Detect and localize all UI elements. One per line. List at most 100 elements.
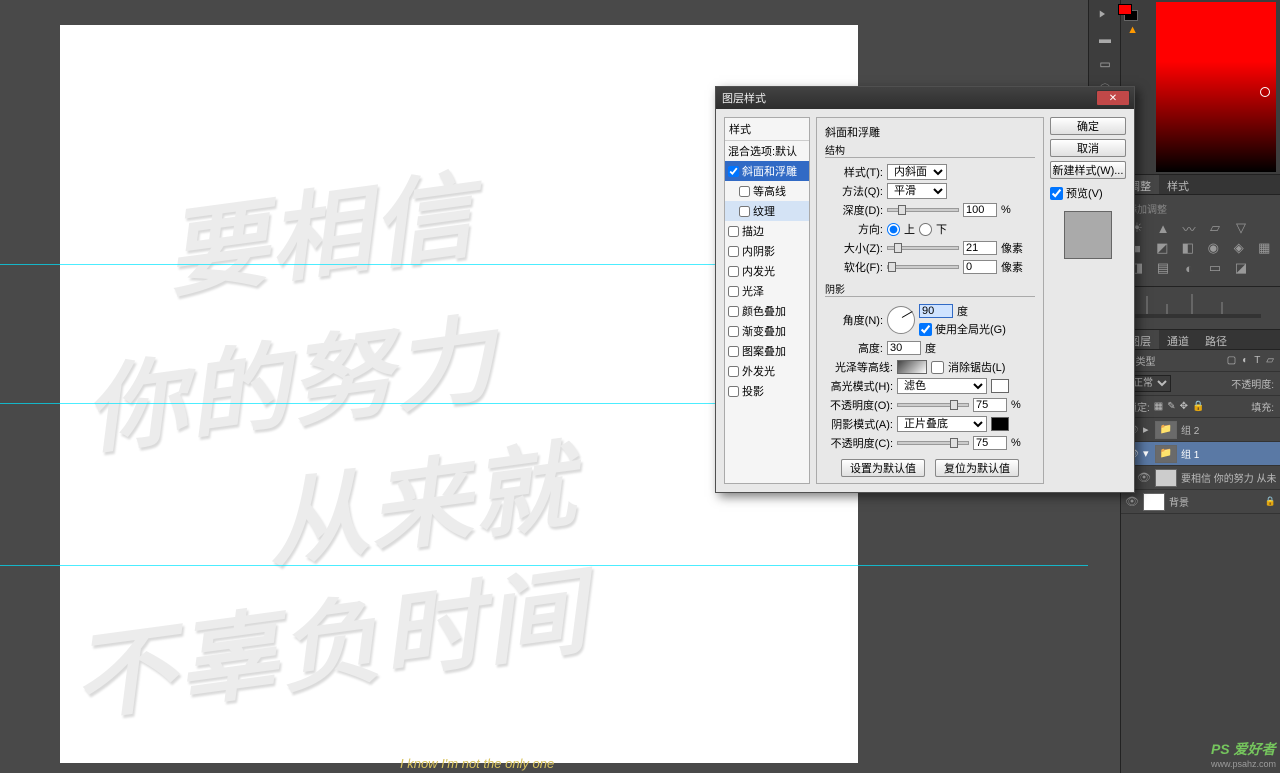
- layer-row-text[interactable]: 👁 要相信 你的努力 从未: [1121, 466, 1280, 490]
- color-overlay-check[interactable]: [728, 306, 739, 317]
- shading-label: 阴影: [825, 281, 1035, 296]
- bw-icon[interactable]: ◧: [1178, 240, 1198, 256]
- dir-down-radio[interactable]: [919, 223, 932, 236]
- levels-graph: [1121, 290, 1261, 318]
- gradient-map-icon[interactable]: ▭: [1205, 260, 1225, 276]
- filter-shape-icon[interactable]: ▱: [1266, 355, 1274, 366]
- lookup-icon[interactable]: ▦: [1255, 240, 1275, 256]
- navigator-icon[interactable]: ▭: [1091, 53, 1119, 75]
- style-select[interactable]: 内斜面: [887, 164, 947, 180]
- style-texture[interactable]: 纹理: [725, 201, 809, 221]
- curves-icon[interactable]: 〰: [1179, 220, 1199, 236]
- satin-check[interactable]: [728, 286, 739, 297]
- soften-slider[interactable]: [887, 265, 959, 269]
- tab-channels[interactable]: 通道: [1159, 330, 1197, 349]
- style-stroke[interactable]: 描边: [725, 221, 809, 241]
- hl-opacity-slider[interactable]: [897, 403, 969, 407]
- sh-mode-select[interactable]: 正片叠底: [897, 416, 987, 432]
- hl-mode-select[interactable]: 滤色: [897, 378, 987, 394]
- soften-input[interactable]: [963, 260, 997, 274]
- exposure-icon[interactable]: ▱: [1205, 220, 1225, 236]
- new-style-button[interactable]: 新建样式(W)...: [1050, 161, 1126, 179]
- photo-filter-icon[interactable]: ◉: [1204, 240, 1224, 256]
- outer-glow-check[interactable]: [728, 366, 739, 377]
- hl-opacity-input[interactable]: [973, 398, 1007, 412]
- bevel-check[interactable]: [728, 166, 739, 177]
- inner-shadow-check[interactable]: [728, 246, 739, 257]
- gloss-contour-picker[interactable]: [897, 360, 927, 374]
- lock-pos-icon[interactable]: ✥: [1180, 401, 1188, 412]
- technique-select[interactable]: 平滑: [887, 183, 947, 199]
- close-button[interactable]: ✕: [1096, 90, 1130, 106]
- angle-dial[interactable]: [887, 306, 915, 334]
- foreground-color[interactable]: [1118, 4, 1132, 15]
- size-input[interactable]: [963, 241, 997, 255]
- style-inner-glow[interactable]: 内发光: [725, 261, 809, 281]
- size-slider[interactable]: [887, 246, 959, 250]
- style-pattern-overlay[interactable]: 图案叠加: [725, 341, 809, 361]
- posterize-icon[interactable]: ▤: [1153, 260, 1173, 276]
- guide-line[interactable]: [0, 565, 1088, 566]
- altitude-input[interactable]: [887, 341, 921, 355]
- style-inner-shadow[interactable]: 内阴影: [725, 241, 809, 261]
- texture-check[interactable]: [739, 206, 750, 217]
- style-outer-glow[interactable]: 外发光: [725, 361, 809, 381]
- visibility-icon[interactable]: 👁: [1125, 495, 1139, 508]
- levels-icon[interactable]: ▲: [1153, 220, 1173, 236]
- pattern-overlay-check[interactable]: [728, 346, 739, 357]
- cancel-button[interactable]: 取消: [1050, 139, 1126, 157]
- style-satin[interactable]: 光泽: [725, 281, 809, 301]
- hl-color-swatch[interactable]: [991, 379, 1009, 393]
- gradient-overlay-check[interactable]: [728, 326, 739, 337]
- visibility-icon[interactable]: 👁: [1137, 471, 1151, 484]
- inner-glow-check[interactable]: [728, 266, 739, 277]
- tab-paths[interactable]: 路径: [1197, 330, 1235, 349]
- reset-default-button[interactable]: 复位为默认值: [935, 459, 1019, 477]
- style-bevel[interactable]: 斜面和浮雕: [725, 161, 809, 181]
- angle-input[interactable]: [919, 304, 953, 318]
- fg-bg-swatch[interactable]: [1118, 4, 1138, 20]
- styles-list: 样式 混合选项:默认 斜面和浮雕 等高线 纹理 描边 内阴影 内发光 光泽 颜色…: [724, 117, 810, 484]
- style-label: 样式(T):: [825, 164, 883, 180]
- layer-row-group1[interactable]: 👁 ▾ 📁 组 1: [1121, 442, 1280, 466]
- color-picker-ramp[interactable]: [1156, 2, 1276, 172]
- filter-text-icon[interactable]: T: [1254, 355, 1260, 366]
- global-light-check[interactable]: [919, 323, 932, 336]
- filter-img-icon[interactable]: ▢: [1227, 355, 1236, 366]
- depth-slider[interactable]: [887, 208, 959, 212]
- drop-shadow-check[interactable]: [728, 386, 739, 397]
- contour-check[interactable]: [739, 186, 750, 197]
- collapse-icon[interactable]: [1091, 3, 1119, 25]
- style-contour[interactable]: 等高线: [725, 181, 809, 201]
- histogram-icon[interactable]: ▬: [1091, 28, 1119, 50]
- lock-trans-icon[interactable]: ▦: [1154, 401, 1163, 412]
- sh-opacity-input[interactable]: [973, 436, 1007, 450]
- preview-check[interactable]: [1050, 187, 1063, 200]
- colorbalance-icon[interactable]: ◩: [1153, 240, 1173, 256]
- sh-opacity-slider[interactable]: [897, 441, 969, 445]
- vibrance-icon[interactable]: ▽: [1231, 220, 1251, 236]
- ok-button[interactable]: 确定: [1050, 117, 1126, 135]
- channel-mixer-icon[interactable]: ◈: [1229, 240, 1249, 256]
- sh-color-swatch[interactable]: [991, 417, 1009, 431]
- lock-paint-icon[interactable]: ✎: [1167, 401, 1175, 412]
- layer-row-group2[interactable]: 👁 ▸ 📁 组 2: [1121, 418, 1280, 442]
- selective-color-icon[interactable]: ◪: [1231, 260, 1251, 276]
- threshold-icon[interactable]: ◐: [1179, 260, 1199, 276]
- style-gradient-overlay[interactable]: 渐变叠加: [725, 321, 809, 341]
- tab-styles[interactable]: 样式: [1159, 175, 1197, 194]
- style-color-overlay[interactable]: 颜色叠加: [725, 301, 809, 321]
- dir-up-radio[interactable]: [887, 223, 900, 236]
- filter-adj-icon[interactable]: ◐: [1242, 355, 1248, 366]
- make-default-button[interactable]: 设置为默认值: [841, 459, 925, 477]
- depth-input[interactable]: [963, 203, 997, 217]
- lock-all-icon[interactable]: 🔒: [1192, 401, 1204, 412]
- styles-header[interactable]: 样式: [725, 118, 809, 141]
- style-drop-shadow[interactable]: 投影: [725, 381, 809, 401]
- stroke-check[interactable]: [728, 226, 739, 237]
- dialog-titlebar[interactable]: 图层样式 ✕: [716, 87, 1134, 109]
- style-blend-defaults[interactable]: 混合选项:默认: [725, 141, 809, 161]
- layer-row-background[interactable]: 👁 背景 🔒: [1121, 490, 1280, 514]
- gamut-warning-icon[interactable]: ▲: [1127, 24, 1138, 36]
- antialias-check[interactable]: [931, 361, 944, 374]
